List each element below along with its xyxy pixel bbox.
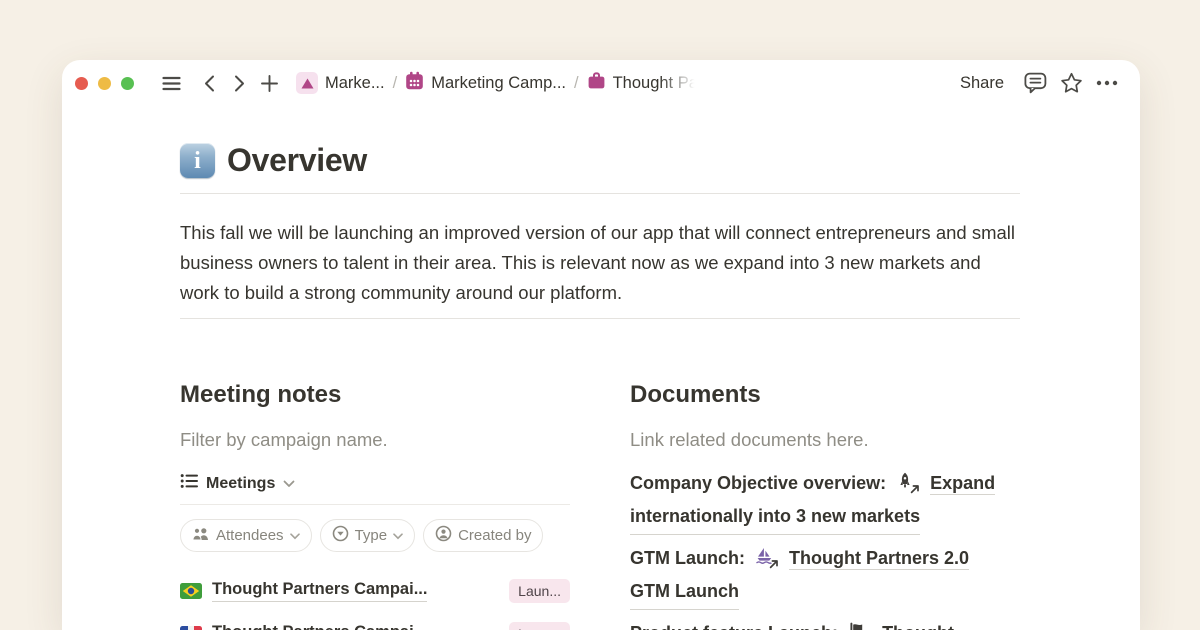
document-item: GTM Launch: [630, 542, 1020, 610]
sailboat-icon [755, 547, 776, 567]
divider [180, 318, 1020, 319]
filter-chip-created-by[interactable]: Created by [423, 519, 543, 552]
document-link[interactable]: Expand [930, 473, 995, 495]
minimize-window-button[interactable] [98, 77, 111, 90]
document-item: Company Objective overview: [630, 467, 1020, 535]
chevron-down-icon [290, 527, 300, 544]
created-by-icon [435, 525, 452, 546]
breadcrumb-separator: / [574, 74, 579, 93]
brazil-flag-icon [180, 583, 202, 599]
view-name: Meetings [206, 475, 275, 493]
divider [180, 504, 570, 505]
breadcrumb-item-current-page[interactable]: Thought Pa [583, 69, 702, 97]
breadcrumb: Marke... / Marketing Camp... / [292, 69, 702, 97]
document-label: GTM Launch: [630, 548, 745, 568]
document-link-continued[interactable]: GTM Launch [630, 575, 739, 610]
filter-chip-type[interactable]: Type [320, 519, 416, 552]
new-page-icon[interactable] [256, 68, 282, 98]
table-row[interactable]: Thought Partners Campai... Laun... [180, 576, 570, 606]
forward-icon[interactable] [226, 68, 252, 98]
breadcrumb-label: Thought Pa [613, 74, 698, 93]
more-options-icon[interactable] [1094, 68, 1120, 98]
table-row[interactable]: Thought Partners Campai... Laun... [180, 619, 570, 630]
page-content: i Overview This fall we will be launchin… [62, 142, 1140, 630]
meeting-rows: Thought Partners Campai... Laun... [180, 576, 570, 630]
topbar-actions: Share [952, 68, 1120, 98]
intro-paragraph: This fall we will be launching an improv… [180, 218, 1020, 308]
breadcrumb-label: Marketing Camp... [431, 74, 566, 93]
filter-chip-label: Created by [458, 527, 531, 544]
row-title: Thought Partners Campai... [212, 580, 427, 602]
traffic-lights [71, 77, 138, 90]
filter-chip-label: Type [355, 527, 388, 544]
filter-chip-label: Attendees [216, 527, 284, 544]
document-link-continued[interactable]: internationally into 3 new markets [630, 500, 920, 535]
close-window-button[interactable] [75, 77, 88, 90]
documents-caption: Link related documents here. [630, 427, 1020, 453]
calendar-icon [405, 71, 424, 95]
flag-icon [848, 622, 869, 630]
document-label: Product feature Launch: [630, 623, 838, 630]
zoom-window-button[interactable] [121, 77, 134, 90]
filter-chip-attendees[interactable]: Attendees [180, 519, 312, 552]
breadcrumb-separator: / [393, 74, 398, 93]
rocket-icon [896, 472, 917, 492]
meeting-notes-column: Meeting notes Filter by campaign name. M… [180, 381, 570, 630]
list-view-icon [180, 472, 198, 495]
status-tag: Laun... [509, 579, 570, 603]
document-label: Company Objective overview: [630, 473, 886, 493]
documents-column: Documents Link related documents here. C… [630, 381, 1020, 630]
breadcrumb-item-workspace[interactable]: Marke... [292, 70, 389, 96]
attendees-icon [192, 527, 210, 545]
page-title-row: i Overview [180, 142, 1020, 179]
window-topbar: Marke... / Marketing Camp... / [62, 60, 1140, 106]
documents-heading: Documents [630, 381, 1020, 409]
breadcrumb-item-calendar-page[interactable]: Marketing Camp... [401, 69, 570, 97]
document-link[interactable]: Thought Partners 2.0 [789, 548, 969, 570]
info-emoji: i [180, 143, 215, 178]
document-links: Company Objective overview: [630, 467, 1020, 630]
notion-app-window: Marke... / Marketing Camp... / [62, 60, 1140, 630]
chevron-down-icon [393, 527, 403, 544]
chevron-down-icon [283, 475, 295, 493]
comments-icon[interactable] [1022, 68, 1048, 98]
document-link[interactable]: Thought [882, 623, 954, 630]
meeting-notes-caption: Filter by campaign name. [180, 427, 570, 453]
two-column-layout: Meeting notes Filter by campaign name. M… [180, 381, 1020, 630]
meeting-notes-heading: Meeting notes [180, 381, 570, 409]
breadcrumb-label: Marke... [325, 74, 385, 93]
favorite-star-icon[interactable] [1058, 68, 1084, 98]
divider [180, 193, 1020, 194]
filter-chips: Attendees Type [180, 519, 570, 552]
sidebar-toggle-icon[interactable] [158, 68, 184, 98]
status-tag: Laun... [509, 622, 570, 630]
type-icon [332, 525, 349, 546]
briefcase-icon [587, 71, 606, 95]
database-view-selector[interactable]: Meetings [180, 472, 570, 495]
share-button[interactable]: Share [952, 70, 1012, 97]
triangle-tile-icon [296, 72, 318, 94]
france-flag-icon [180, 626, 202, 630]
page-title: Overview [227, 142, 367, 179]
back-icon[interactable] [196, 68, 222, 98]
document-item: Product feature Launch: Thought [630, 617, 1020, 630]
row-title: Thought Partners Campai... [212, 623, 427, 630]
